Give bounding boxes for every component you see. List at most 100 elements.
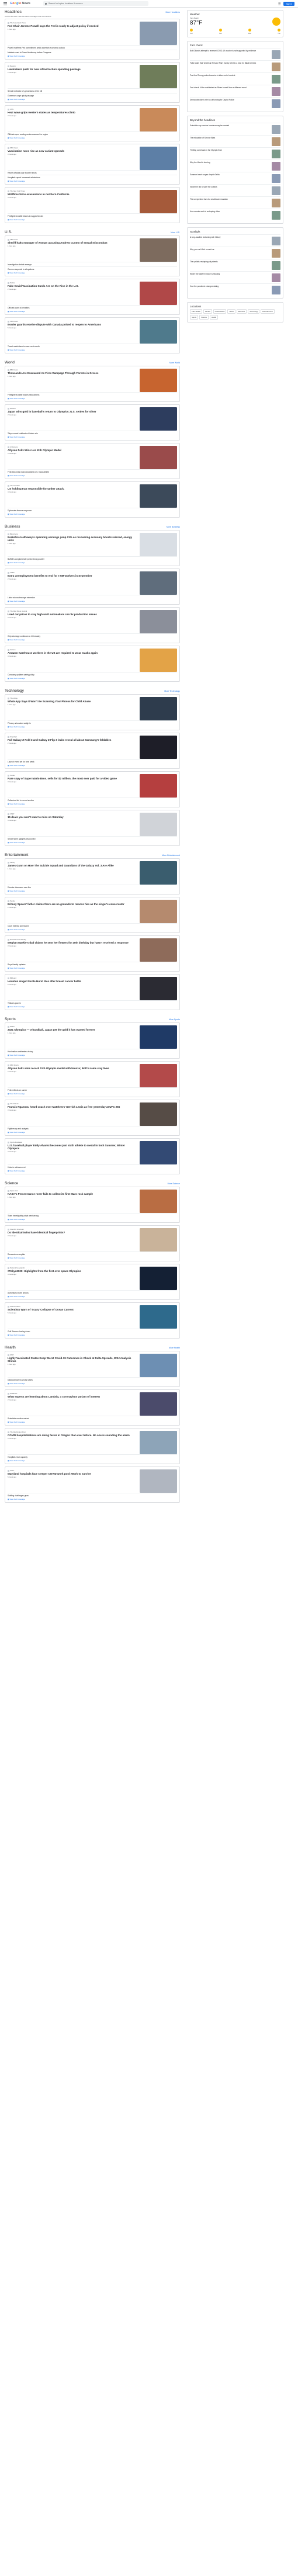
story-headline[interactable]: Fed Chair Jerome Powell says the Fed is … <box>8 25 137 27</box>
story-source[interactable]: Politico <box>8 282 137 284</box>
related-story[interactable]: Royal family updates <box>8 962 177 966</box>
beyond-headlines-item[interactable]: Summer travel surges despite Delta <box>190 172 280 184</box>
story-thumbnail[interactable] <box>140 571 177 595</box>
story-headline[interactable]: Wildfires force evacuations in northern … <box>8 193 137 196</box>
more-link[interactable]: More Headlines <box>165 11 180 13</box>
story-thumbnail[interactable] <box>140 610 177 633</box>
spotlight-item[interactable]: Why you can't find a used car <box>190 247 280 259</box>
story-headline[interactable]: 15 deals you won't want to miss on Satur… <box>8 816 137 819</box>
related-headline[interactable]: Chip shortage continues to hit industry <box>8 635 177 637</box>
story-headline[interactable]: Britney Spears' father claims there are … <box>8 903 137 906</box>
story-thumbnail[interactable] <box>140 1392 177 1416</box>
full-coverage-link[interactable]: View Full Coverage <box>8 1170 177 1172</box>
story-thumbnail[interactable] <box>140 1025 177 1049</box>
related-headline[interactable]: Astronauts share photos <box>8 1292 177 1294</box>
story-thumbnail[interactable] <box>140 1064 177 1087</box>
spotlight-text[interactable]: A long-awaited reckoning with history <box>190 236 270 245</box>
story-source[interactable]: ABC News <box>8 238 137 241</box>
related-headline[interactable]: Felix becomes most decorated U.S. track … <box>8 471 177 473</box>
section-title[interactable]: Business <box>5 525 20 529</box>
section-title[interactable]: Entertainment <box>5 853 28 857</box>
google-news-logo[interactable]: Google News <box>10 2 30 5</box>
full-coverage-link[interactable]: View Full Coverage <box>8 272 177 274</box>
story-thumbnail[interactable] <box>140 1102 177 1126</box>
beyond-headlines-text[interactable]: How remote work is reshaping cities <box>190 210 270 220</box>
related-headline[interactable]: Researchers explain <box>8 1253 177 1256</box>
beyond-headlines-text[interactable]: Summer travel surges despite Delta <box>190 174 270 183</box>
related-headline[interactable]: Governors urge quick passage <box>8 95 177 97</box>
story-source[interactable]: Variety <box>8 861 137 864</box>
full-coverage-link[interactable]: View Full Coverage <box>8 137 177 139</box>
related-headline[interactable]: Markets react to Powell testimony before… <box>8 51 177 54</box>
spotlight-item[interactable]: Where the wildfire smoke is heading <box>190 271 280 283</box>
story-headline[interactable]: Sheriff halts manager of woman accusing … <box>8 241 137 244</box>
story-source[interactable]: Reuters <box>8 65 137 67</box>
story-source[interactable]: The Verge <box>8 697 137 699</box>
section-title[interactable]: Sports <box>5 1017 16 1021</box>
story-thumbnail[interactable] <box>140 407 177 431</box>
beyond-headlines-item[interactable]: Why the West is burning <box>190 160 280 172</box>
more-link[interactable]: More Technology <box>164 690 180 692</box>
story-headline[interactable]: Scientists Warn of 'Scary' Collapse of O… <box>8 1308 137 1311</box>
full-coverage-link[interactable]: View Full Coverage <box>8 1218 177 1221</box>
story-source[interactable]: Space.com <box>8 1190 137 1192</box>
story-thumbnail[interactable] <box>140 446 177 469</box>
related-story[interactable]: Hospitals near capacity <box>8 1454 177 1459</box>
story-thumbnail[interactable] <box>140 238 177 262</box>
related-story[interactable]: Officials open cooling centers across th… <box>8 131 177 136</box>
related-story[interactable]: Governors urge quick passage <box>8 93 177 98</box>
full-coverage-link[interactable]: View Full Coverage <box>8 1295 177 1298</box>
location-chip[interactable]: Science <box>199 315 209 320</box>
full-coverage-link[interactable]: View Full Coverage <box>8 180 177 182</box>
menu-icon[interactable] <box>4 2 7 5</box>
related-story[interactable]: Tributes pour in <box>8 1000 177 1005</box>
spotlight-item[interactable]: A long-awaited reckoning with history <box>190 234 280 247</box>
story-headline[interactable]: James Gunn on How The Suicide Squad and … <box>8 864 137 867</box>
story-thumbnail[interactable] <box>140 1141 177 1164</box>
story-headline[interactable]: Lawmakers push for new infrastructure sp… <box>8 68 137 71</box>
related-story[interactable]: Firefighters battle blazes in rugged ter… <box>8 213 177 218</box>
related-story[interactable]: Travel restrictions to ease next month <box>8 344 177 348</box>
fact-check-text[interactable]: Post that Trump pushed vaccine is taken … <box>190 74 270 84</box>
story-headline[interactable]: Meghan Markle's dad claims he sent her f… <box>8 941 137 944</box>
related-story[interactable]: Cuomo responds to allegations <box>8 266 177 271</box>
related-story[interactable]: Buffett's conglomerate posts strong quar… <box>8 556 177 561</box>
related-story[interactable]: Company updates safety policy <box>8 672 177 677</box>
story-source[interactable]: The Guardian <box>8 484 137 487</box>
more-link[interactable]: More Entertainment <box>162 854 180 857</box>
search-input[interactable]: Search for topics, locations & sources <box>43 1 148 6</box>
story-source[interactable]: CNN <box>8 108 137 110</box>
story-thumbnail[interactable] <box>140 1267 177 1290</box>
story-source[interactable]: ESPN <box>8 1025 137 1028</box>
full-coverage-link[interactable]: View Full Coverage <box>8 474 177 477</box>
location-chip[interactable]: Health <box>210 315 219 320</box>
story-source[interactable]: STAT <box>8 1354 137 1356</box>
spotlight-item[interactable]: How the pandemic changed dating <box>190 283 280 296</box>
related-story[interactable]: Tokyo crowd celebrates historic win <box>8 431 177 435</box>
story-headline[interactable]: Amazon warehouse workers in the US are r… <box>8 651 137 654</box>
story-thumbnail[interactable] <box>140 22 177 45</box>
story-headline[interactable]: Heat wave grips western states as temper… <box>8 111 137 114</box>
related-story[interactable]: Officials warn of penalties <box>8 305 177 310</box>
related-headline[interactable]: Felix reflects on career <box>8 1089 177 1091</box>
related-headline[interactable]: Historic achievement <box>8 1166 177 1169</box>
story-source[interactable]: National Geographic <box>8 1267 137 1269</box>
section-title[interactable]: Headlines <box>5 10 22 14</box>
story-source[interactable]: The New York Times <box>8 190 137 192</box>
story-headline[interactable]: Vaccination rates rise as new variant sp… <box>8 150 137 152</box>
related-headline[interactable]: Data compared across states <box>8 1379 177 1381</box>
related-story[interactable]: Astronauts share photos <box>8 1290 177 1295</box>
story-thumbnail[interactable] <box>140 1431 177 1454</box>
related-headline[interactable]: Staffing challenges grow <box>8 1495 177 1497</box>
story-headline[interactable]: Border guards receive dispute with Canad… <box>8 323 137 326</box>
story-source[interactable]: The Wall Street Journal <box>8 610 137 612</box>
story-headline[interactable]: Thousands Are Evacuated As Fires Rampage… <box>8 372 137 375</box>
related-headline[interactable]: Firefighters battle blazes near Athens <box>8 394 177 396</box>
related-headline[interactable]: Officials open cooling centers across th… <box>8 133 177 136</box>
full-coverage-link[interactable]: View Full Coverage <box>8 967 177 969</box>
fact-check-text[interactable]: Fact check: Video mislabeled as 'Biden b… <box>190 86 270 96</box>
section-title[interactable]: Science <box>5 1181 18 1185</box>
story-thumbnail[interactable] <box>140 65 177 88</box>
beyond-headlines-text[interactable]: Thrilling comeback in the Olympic final <box>190 149 270 158</box>
story-thumbnail[interactable] <box>140 147 177 170</box>
